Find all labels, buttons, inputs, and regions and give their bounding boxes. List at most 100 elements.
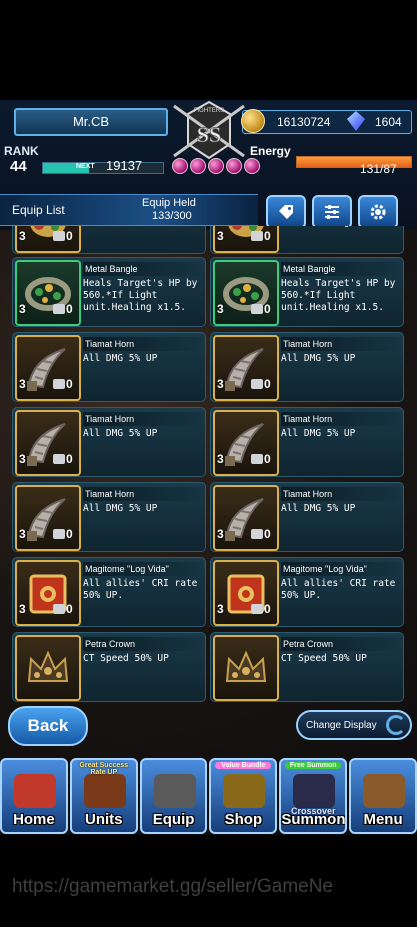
back-button[interactable]: Back	[8, 706, 88, 746]
item-description: CT Speed 50% UP	[83, 653, 169, 664]
lock-icon[interactable]	[53, 454, 65, 464]
item-name: Metal Bangle	[281, 262, 401, 276]
tag-button[interactable]	[266, 195, 306, 229]
nav-summon-icon	[293, 774, 336, 808]
lock-icon[interactable]	[53, 304, 65, 314]
equipment-card[interactable]: 3 0 Metal Bangle Heals Target's HP by 560.*I…	[210, 257, 404, 327]
horn-icon	[15, 335, 81, 401]
item-rarity: 3	[19, 229, 26, 243]
crown-icon	[15, 635, 81, 701]
item-quantity: 0	[264, 527, 271, 541]
item-quantity: 0	[66, 229, 73, 243]
orb-icon	[172, 158, 188, 174]
horn-icon	[15, 485, 81, 551]
item-quantity: 0	[66, 602, 73, 616]
nav-label: Units	[84, 811, 123, 828]
orb-icon	[244, 158, 260, 174]
lock-icon[interactable]	[53, 379, 65, 389]
nav-menu-button[interactable]: Menu	[349, 758, 417, 834]
item-quantity: 0	[66, 377, 73, 391]
player-name: Mr.CB	[14, 108, 168, 136]
equipment-card[interactable]: 3 0 Tiamat Horn All DMG 5% UP	[12, 482, 206, 552]
equipment-card[interactable]: 3 0 Magitome "Log Vida" All allies' CRI rat…	[12, 557, 206, 627]
gem-count: 1604	[375, 115, 402, 129]
item-description: Heals Target's HP by 560.*If Light unit.He…	[281, 278, 396, 313]
nav-home-button[interactable]: Home	[0, 758, 68, 834]
equipment-card[interactable]: Petra Crown CT Speed 50% UP	[12, 632, 206, 702]
lock-icon[interactable]	[53, 604, 65, 614]
exp-bar	[42, 162, 164, 174]
item-name: Tiamat Horn	[83, 487, 203, 501]
item-rarity: 3	[19, 452, 26, 466]
nav-label: Summon	[281, 811, 346, 828]
nav-label: Menu	[363, 811, 403, 828]
lock-icon[interactable]	[251, 379, 263, 389]
equipment-card[interactable]: 30Heals HP 400	[12, 226, 206, 254]
lock-icon[interactable]	[251, 304, 263, 314]
item-description: All DMG 5% UP	[83, 428, 158, 439]
nav-summon-button[interactable]: Free Summon Crossover Summon	[279, 758, 348, 834]
item-description: All allies' CRI rate 50% UP.	[281, 578, 396, 601]
nav-label: Shop	[224, 811, 263, 828]
horn-icon	[15, 410, 81, 476]
nav-equip-button[interactable]: Equip	[139, 758, 208, 834]
item-description: All DMG 5% UP	[281, 503, 356, 514]
nav-shop-icon	[223, 774, 266, 808]
equipment-card[interactable]: 3 0 Tiamat Horn All DMG 5% UP	[210, 482, 404, 552]
nav-label: Home	[13, 811, 55, 828]
nav-units-button[interactable]: Great Success Rate UP Units	[69, 758, 138, 834]
item-rarity: 3	[217, 602, 224, 616]
currency-bar: 16130724 1604	[241, 109, 412, 134]
equip-held-label: Equip Held	[142, 197, 196, 209]
coin-icon	[241, 109, 265, 133]
header: Mr.CB RANK 44 NEXT 19137 FIGHTERS SS 161…	[0, 100, 417, 230]
item-description: All DMG 5% UP	[83, 353, 158, 364]
lock-icon[interactable]	[251, 604, 263, 614]
nav-shop-button[interactable]: Value Bundle Shop	[209, 758, 278, 834]
nav-badge: Free Summon	[285, 762, 342, 769]
item-quantity: 0	[264, 229, 271, 243]
horn-icon	[213, 410, 279, 476]
equip-list-title: Equip List	[12, 203, 65, 217]
lock-icon[interactable]	[53, 231, 65, 241]
change-display-button[interactable]: Change Display	[296, 710, 412, 740]
lock-icon[interactable]	[53, 529, 65, 539]
filter-button[interactable]	[312, 195, 352, 229]
watermark: https://gamemarket.gg/seller/GameNe	[12, 876, 334, 897]
gear-icon	[370, 204, 386, 220]
equipment-card[interactable]: 3 0 Tiamat Horn All DMG 5% UP	[12, 332, 206, 402]
nav-menu-icon	[363, 774, 406, 808]
equipment-card[interactable]: 3 0 Tiamat Horn All DMG 5% UP	[210, 332, 404, 402]
nav-badge: Great Success Rate UP	[79, 762, 129, 776]
item-description: Heals Target's HP byunit.Healing x1.5.	[281, 226, 399, 229]
equipment-card[interactable]: Petra Crown CT Speed 50% UP	[210, 632, 404, 702]
coin-count: 16130724	[277, 115, 331, 129]
equipment-card[interactable]: 3 0 Tiamat Horn All DMG 5% UP	[12, 407, 206, 477]
settings-button[interactable]	[358, 195, 398, 229]
item-quantity: 0	[264, 452, 271, 466]
item-description: All DMG 5% UP	[83, 503, 158, 514]
item-rarity: 3	[217, 229, 224, 243]
item-name: Tiamat Horn	[281, 412, 401, 426]
change-display-label: Change Display	[306, 719, 377, 731]
equipment-card[interactable]: 3 0 Magitome "Log Vida" All allies' CRI rat…	[210, 557, 404, 627]
item-rarity: 3	[19, 602, 26, 616]
bangle-icon	[213, 260, 279, 326]
svg-text:FIGHTERS: FIGHTERS	[194, 108, 224, 114]
equipment-card[interactable]: 3 0 Metal Bangle Heals Target's HP by 560.*I…	[12, 257, 206, 327]
lock-icon[interactable]	[251, 231, 263, 241]
ss-rank-emblem-icon: FIGHTERS SS	[173, 100, 245, 160]
item-rarity: 3	[19, 527, 26, 541]
equip-held-value: 133/300	[152, 210, 192, 222]
item-description: All allies' CRI rate 50% UP.	[83, 578, 198, 601]
item-rarity: 3	[217, 527, 224, 541]
lock-icon[interactable]	[251, 529, 263, 539]
gem-icon[interactable]	[347, 111, 365, 131]
item-rarity: 3	[217, 377, 224, 391]
equipment-list[interactable]: 30Heals HP 40030Heals Target's HP byunit…	[0, 226, 417, 710]
lock-icon[interactable]	[251, 454, 263, 464]
equipment-card[interactable]: 3 0 Tiamat Horn All DMG 5% UP	[210, 407, 404, 477]
item-quantity: 0	[66, 302, 73, 316]
item-name: Tiamat Horn	[83, 337, 203, 351]
equipment-card[interactable]: 3 0 Heals Target's HP byunit.Healing x1.5.	[210, 226, 404, 254]
